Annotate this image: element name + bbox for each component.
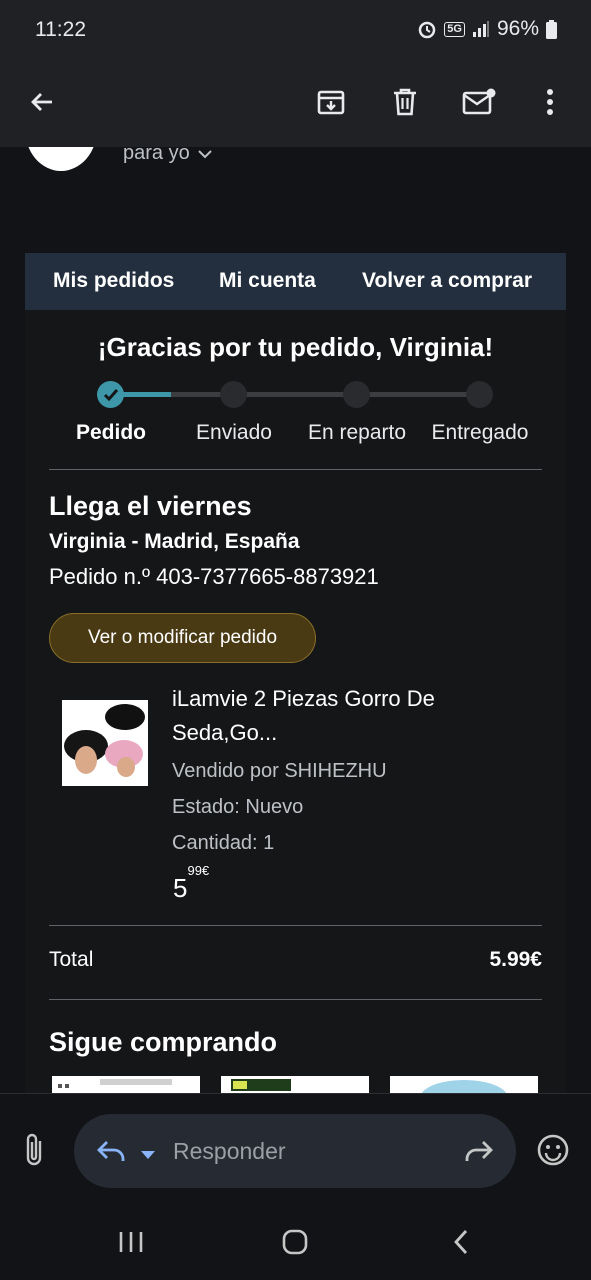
back-arrow-icon[interactable] bbox=[22, 82, 62, 122]
more-vert-icon[interactable] bbox=[530, 82, 570, 122]
keep-shopping-heading: Sigue comprando bbox=[49, 1027, 278, 1057]
email-body: para yo Mis pedidos Mi cuenta Volver a c… bbox=[0, 147, 591, 1093]
recommendation-thumbnail[interactable] bbox=[390, 1076, 538, 1093]
total-value: 5.99€ bbox=[489, 948, 542, 971]
total-label: Total bbox=[49, 948, 94, 971]
checkmark-icon bbox=[103, 388, 118, 401]
forward-icon[interactable] bbox=[464, 1138, 494, 1169]
step-label-entregado: Entregado bbox=[431, 421, 529, 444]
view-modify-order-button[interactable]: Ver o modificar pedido bbox=[49, 613, 316, 663]
product-quantity: Cantidad: 1 bbox=[172, 832, 275, 854]
alarm-icon bbox=[419, 21, 436, 39]
thanks-heading: ¡Gracias por tu pedido, Virginia! bbox=[97, 332, 494, 362]
product-price: 599€ bbox=[173, 863, 209, 904]
step-dot-entregado bbox=[466, 381, 493, 408]
divider bbox=[49, 925, 542, 926]
network-label: 5G bbox=[444, 21, 465, 37]
amazon-nav: Mis pedidos Mi cuenta Volver a comprar bbox=[25, 253, 566, 310]
order-card: Mis pedidos Mi cuenta Volver a comprar ¡… bbox=[25, 253, 566, 1093]
order-number: Pedido n.º 403-7377665-8873921 bbox=[49, 564, 379, 589]
status-bar: 11:22 5G 96% bbox=[0, 0, 591, 60]
battery-icon bbox=[546, 19, 557, 39]
reply-placeholder: Responder bbox=[173, 1138, 286, 1164]
reply-options-dropdown-icon[interactable] bbox=[140, 1147, 156, 1165]
status-time: 11:22 bbox=[35, 18, 86, 41]
divider bbox=[49, 469, 542, 470]
signal-icon bbox=[472, 21, 489, 37]
reply-bar: Responder bbox=[0, 1093, 591, 1205]
mark-unread-icon[interactable] bbox=[459, 82, 499, 122]
progress-track bbox=[124, 392, 480, 397]
sender-avatar bbox=[25, 147, 97, 171]
step-label-pedido: Pedido bbox=[75, 421, 146, 444]
system-nav-bar bbox=[0, 1205, 591, 1280]
product-seller: Vendido por SHIHEZHU bbox=[172, 760, 387, 782]
chevron-down-icon bbox=[198, 149, 212, 158]
step-dot-pedido bbox=[97, 381, 124, 408]
recipient-details[interactable]: para yo bbox=[123, 147, 212, 165]
home-icon[interactable] bbox=[282, 1229, 308, 1260]
step-label-enviado: Enviado bbox=[196, 421, 272, 444]
step-label-en-reparto: En reparto bbox=[307, 421, 407, 444]
nav-link-mi-cuenta[interactable]: Mi cuenta bbox=[219, 269, 316, 293]
email-toolbar bbox=[0, 60, 591, 147]
product-title-line-2: Seda,Go... bbox=[172, 720, 278, 745]
nav-link-volver-a-comprar[interactable]: Volver a comprar bbox=[362, 269, 532, 293]
status-icons: 5G 96% bbox=[417, 17, 557, 41]
product-title[interactable]: iLamvie 2 Piezas Gorro De Seda,Go... bbox=[172, 682, 512, 750]
reply-input[interactable]: Responder bbox=[74, 1114, 516, 1188]
arrival-heading: Llega el viernes bbox=[49, 491, 252, 521]
step-dot-en-reparto bbox=[343, 381, 370, 408]
product-condition: Estado: Nuevo bbox=[172, 796, 304, 818]
archive-icon[interactable] bbox=[311, 82, 351, 122]
recommendation-thumbnail[interactable] bbox=[52, 1076, 200, 1093]
attach-icon[interactable] bbox=[22, 1132, 48, 1173]
product-image[interactable] bbox=[62, 700, 148, 786]
battery-percent: 96% bbox=[496, 17, 539, 40]
nav-link-mis-pedidos[interactable]: Mis pedidos bbox=[53, 269, 174, 293]
back-nav-icon[interactable] bbox=[452, 1229, 470, 1260]
delivery-address: Virginia - Madrid, España bbox=[49, 530, 300, 553]
recommendation-thumbnail[interactable] bbox=[221, 1076, 369, 1093]
divider bbox=[49, 999, 542, 1000]
recipient-label: para yo bbox=[123, 147, 190, 164]
reply-icon[interactable] bbox=[96, 1138, 126, 1169]
recent-apps-icon[interactable] bbox=[118, 1230, 144, 1259]
delete-icon[interactable] bbox=[385, 82, 425, 122]
product-title-line-1: iLamvie 2 Piezas Gorro De bbox=[172, 686, 435, 711]
step-dot-enviado bbox=[220, 381, 247, 408]
price-whole: 5 bbox=[173, 873, 188, 903]
price-fraction: 99€ bbox=[187, 863, 210, 879]
emoji-icon[interactable] bbox=[537, 1134, 569, 1171]
